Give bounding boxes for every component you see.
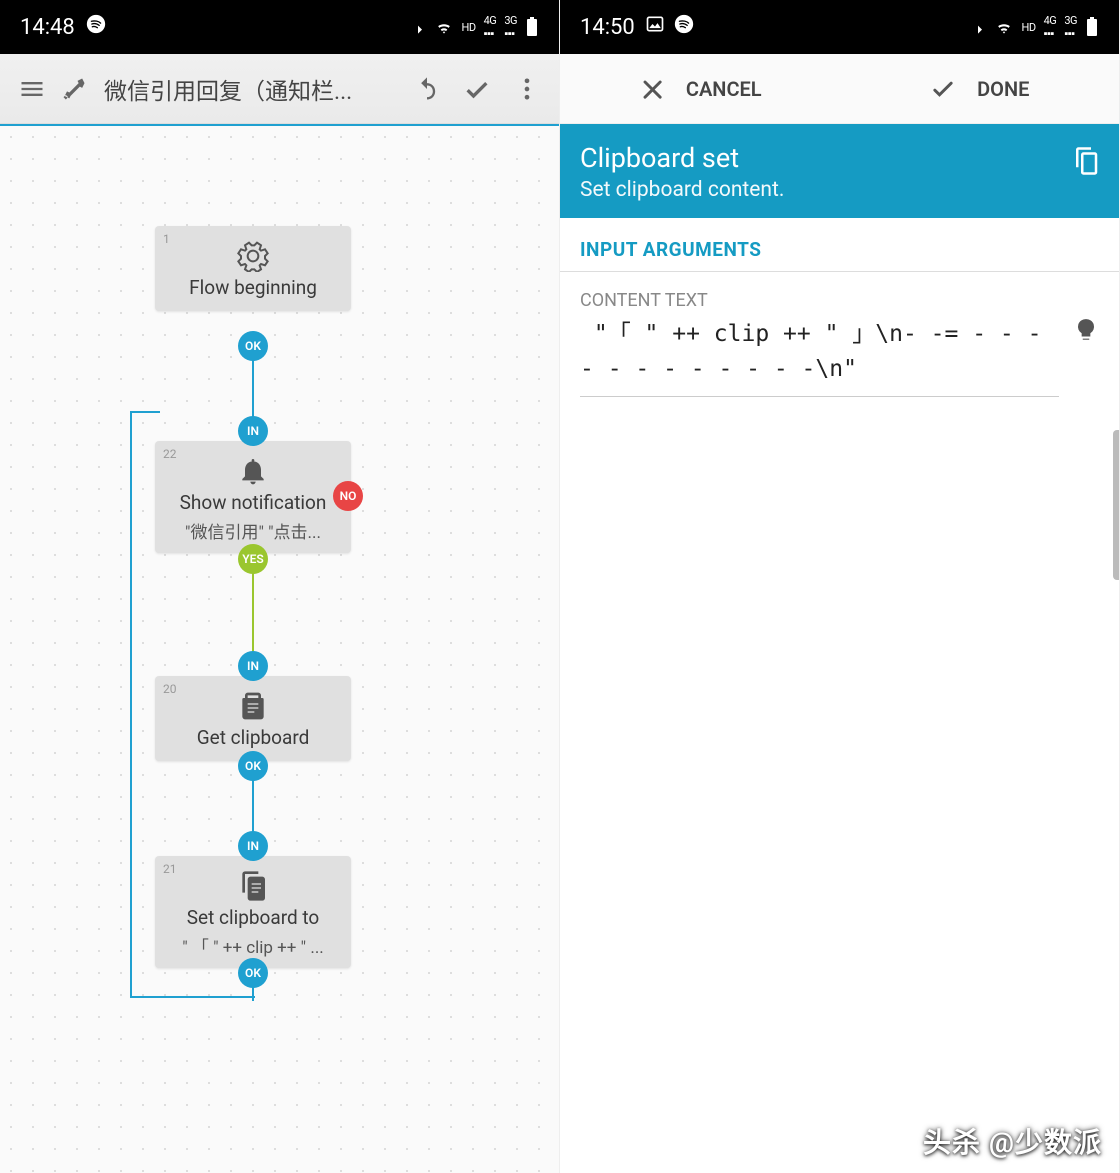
block-get-clipboard[interactable]: 20 Get clipboard — [155, 676, 351, 761]
clipboard-icon — [161, 690, 345, 722]
pin-no[interactable]: NO — [333, 481, 363, 511]
appbar: CANCEL DONE — [560, 54, 1119, 124]
content-text-input[interactable]: "「 " ++ clip ++ " 」\n- -= - - - - - - - … — [580, 317, 1059, 397]
phone-right: 14:50 HD 4G▪▪▪ 3G▪▪▪ CANCEL DONE Clipboa… — [560, 0, 1120, 1173]
pin-in[interactable]: IN — [238, 416, 268, 446]
block-set-clipboard[interactable]: 21 Set clipboard to " 「 " ++ clip ++ " .… — [155, 856, 351, 968]
bluetooth-icon — [410, 19, 426, 35]
copy-icon — [161, 870, 345, 902]
wifi-icon — [994, 17, 1014, 37]
sig-3g-icon: 3G▪▪▪ — [1064, 14, 1077, 40]
pin-in[interactable]: IN — [238, 831, 268, 861]
header-title: Clipboard set — [580, 142, 1099, 174]
flow-canvas[interactable]: 1 Flow beginning OK IN 22 Show notificat… — [0, 124, 559, 1173]
wifi-icon — [434, 17, 454, 37]
pin-ok[interactable]: OK — [238, 331, 268, 361]
battery-icon — [525, 17, 539, 37]
appbar: 微信引用回复（通知栏... — [0, 54, 559, 124]
done-button[interactable]: DONE — [840, 75, 1120, 103]
header-subtitle: Set clipboard content. — [580, 178, 1099, 202]
block-title: Get clipboard — [161, 726, 345, 751]
status-bar: 14:48 HD 4G▪▪▪ 3G▪▪▪ — [0, 0, 559, 54]
spotify-icon — [85, 13, 107, 41]
block-number: 21 — [163, 862, 177, 876]
sig-3g-icon: 3G▪▪▪ — [504, 14, 517, 40]
block-header: Clipboard set Set clipboard content. — [560, 124, 1119, 218]
pin-ok[interactable]: OK — [238, 751, 268, 781]
sig-4g-icon: 4G▪▪▪ — [484, 14, 497, 40]
divider — [560, 271, 1119, 272]
block-show-notification[interactable]: 22 Show notification "微信引用" "点击... — [155, 441, 351, 553]
input-arguments-section: INPUT ARGUMENTS — [560, 218, 1119, 261]
battery-icon — [1085, 17, 1099, 37]
bluetooth-icon — [970, 19, 986, 35]
block-number: 22 — [163, 447, 177, 461]
block-subtitle: " 「 " ++ clip ++ " ... — [161, 933, 345, 958]
block-title: Flow beginning — [161, 276, 345, 301]
bell-icon — [161, 455, 345, 487]
phone-left: 14:48 HD 4G▪▪▪ 3G▪▪▪ 微信引用回复（通知栏... — [0, 0, 560, 1173]
pin-ok[interactable]: OK — [238, 958, 268, 988]
block-number: 1 — [163, 232, 170, 246]
status-bar: 14:50 HD 4G▪▪▪ 3G▪▪▪ — [560, 0, 1119, 54]
status-icons: HD 4G▪▪▪ 3G▪▪▪ — [410, 14, 539, 40]
undo-button[interactable] — [407, 69, 447, 109]
appbar-title: 微信引用回复（通知栏... — [104, 72, 397, 106]
pin-yes[interactable]: YES — [238, 544, 268, 574]
copy-icon[interactable] — [1071, 146, 1101, 180]
clock: 14:48 — [20, 15, 75, 40]
cancel-label: CANCEL — [686, 77, 762, 101]
gear-icon — [161, 240, 345, 272]
block-flow-beginning[interactable]: 1 Flow beginning — [155, 226, 351, 311]
function-icon[interactable] — [1073, 317, 1099, 347]
scroll-indicator — [1113, 430, 1119, 580]
block-title: Show notification — [161, 491, 345, 516]
sig-4g-icon: 4G▪▪▪ — [1044, 14, 1057, 40]
block-subtitle: "微信引用" "点击... — [161, 518, 345, 543]
menu-icon[interactable] — [12, 69, 52, 109]
spotify-icon — [673, 13, 695, 41]
image-icon — [645, 14, 665, 40]
status-icons: HD 4G▪▪▪ 3G▪▪▪ — [970, 14, 1099, 40]
confirm-button[interactable] — [457, 69, 497, 109]
cancel-button[interactable]: CANCEL — [560, 75, 840, 103]
hd-icon: HD — [462, 21, 476, 34]
overflow-menu-icon[interactable] — [507, 69, 547, 109]
done-label: DONE — [977, 77, 1029, 101]
pin-in[interactable]: IN — [238, 651, 268, 681]
field-label: CONTENT TEXT — [580, 290, 1099, 311]
hd-icon: HD — [1022, 21, 1036, 34]
section-heading: INPUT ARGUMENTS — [580, 238, 1099, 261]
watermark: 头杀 @少数派 — [923, 1121, 1102, 1161]
tools-icon[interactable] — [54, 69, 94, 109]
clock: 14:50 — [580, 15, 635, 40]
block-number: 20 — [163, 682, 177, 696]
block-title: Set clipboard to — [161, 906, 345, 931]
